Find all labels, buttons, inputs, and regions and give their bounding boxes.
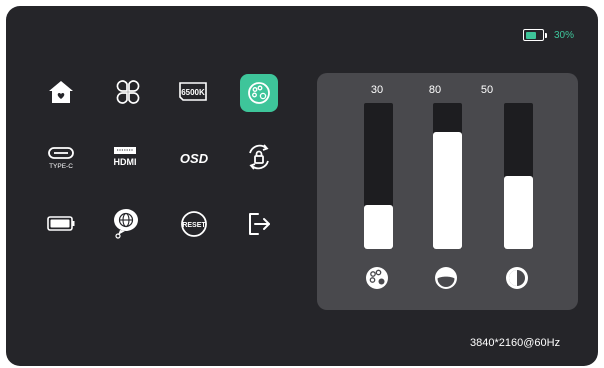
color-value: 30: [370, 84, 384, 96]
language-button[interactable]: [107, 204, 145, 242]
color-slider-fill: [364, 205, 393, 249]
exit-icon: [249, 213, 270, 235]
battery-percent: 30%: [554, 29, 575, 41]
battery-level-fill: [525, 31, 537, 39]
osd-button[interactable]: OSD: [175, 138, 213, 176]
saturation-slider[interactable]: [433, 103, 462, 249]
contrast-slider-fill: [504, 176, 533, 249]
hdmi-icon: HDMI: [114, 147, 137, 167]
reset-icon: RESET: [181, 211, 207, 237]
type-c-button[interactable]: TYPE-C: [42, 138, 80, 176]
saturation-icon: [435, 267, 457, 289]
contrast-value: 50: [480, 84, 494, 96]
four-leaf-layout-icon: [116, 80, 140, 104]
color-temperature-button[interactable]: 6500K: [174, 73, 212, 111]
picture-button[interactable]: [240, 74, 278, 112]
globe-icon: [114, 209, 138, 239]
layout-button[interactable]: [109, 73, 147, 111]
type-c-icon: TYPE-C: [48, 147, 74, 170]
resolution-label: 3840*2160@60Hz: [470, 337, 561, 349]
saturation-value: 80: [428, 84, 442, 96]
saturation-slider-fill: [433, 132, 462, 249]
battery-status-icon: [523, 29, 544, 41]
contrast-slider[interactable]: [504, 103, 533, 249]
lock-rotate-button[interactable]: [240, 138, 278, 176]
reset-label: RESET: [182, 222, 206, 229]
rotate-lock-icon: [249, 144, 269, 170]
hdmi-label: HDMI: [114, 157, 137, 167]
home-icon: [49, 81, 73, 103]
color-temp-icon: 6500K: [179, 82, 207, 101]
home-button[interactable]: [42, 73, 80, 111]
hdmi-button[interactable]: HDMI: [106, 138, 144, 176]
battery-icon: [47, 216, 75, 231]
osd-icon: OSD: [180, 151, 209, 166]
color-temp-label: 6500K: [181, 88, 205, 97]
osd-label: OSD: [180, 151, 209, 166]
contrast-icon: [506, 267, 528, 289]
battery-indicator: 30%: [523, 29, 574, 41]
reset-button[interactable]: RESET: [175, 205, 213, 243]
palette-icon: [248, 82, 270, 104]
exit-button[interactable]: [240, 205, 278, 243]
type-c-label: TYPE-C: [49, 163, 73, 170]
battery-menu-button[interactable]: [42, 204, 80, 242]
palette-icon: [366, 267, 388, 289]
color-slider[interactable]: [364, 103, 393, 249]
